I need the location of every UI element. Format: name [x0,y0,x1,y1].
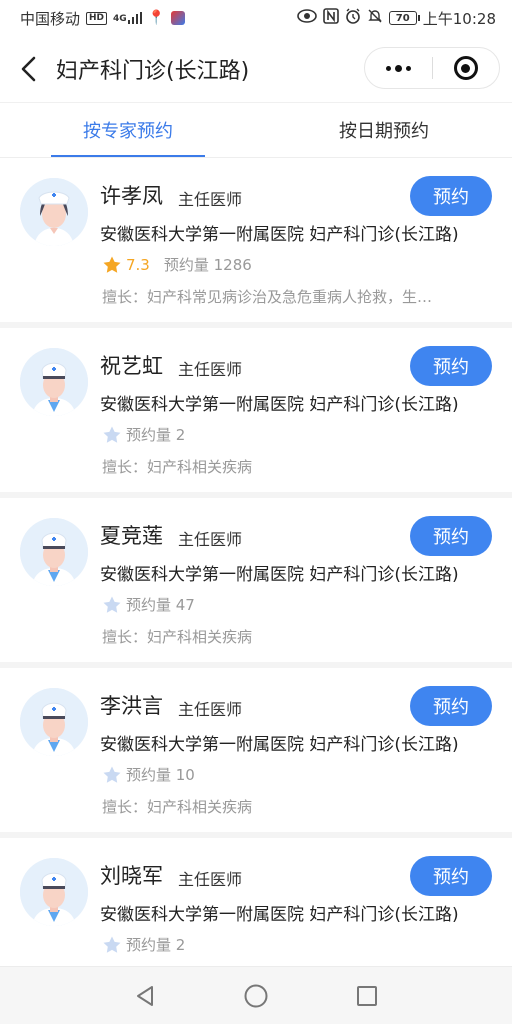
nav-back-button[interactable] [125,976,165,1016]
nav-home-button[interactable] [236,976,276,1016]
doctor-title: 主任医师 [178,360,243,379]
doctor-avatar-icon [20,518,88,586]
location-icon: 📍 [147,10,166,26]
status-left: 中国移动 HD 4G 📍 [20,8,186,29]
doctor-title: 主任医师 [178,700,243,719]
doctor-avatar-icon [20,178,88,246]
doctor-avatar-icon [20,348,88,416]
nfc-icon [322,8,339,28]
target-circle-icon [453,56,478,80]
nav-recents-button[interactable] [347,976,387,1016]
doctor-card[interactable]: 祝艺虹 主任医师 预约 安徽医科大学第一附属医院 妇产科门诊(长江路) 预约量 … [0,328,512,498]
doctor-stats: 预约量 47 [102,594,195,615]
doctor-name: 刘晓军 [100,864,163,888]
doctor-name: 夏竞莲 [100,524,163,548]
book-button[interactable]: 预约 [410,516,492,556]
booking-tabs: 按专家预约 按日期预约 [0,102,512,158]
signal-icon: 4G [113,12,142,24]
doctor-avatar [20,348,88,416]
network-type: 4G [113,14,127,24]
more-menu-button[interactable] [365,48,432,88]
clock-time: 上午10:28 [422,9,496,28]
doctor-specialty: 擅长：妇产科常见病诊治及急危重病人抢救，生… [102,288,433,306]
booking-count: 预约量 47 [126,596,195,614]
doctor-list: 许孝凤 主任医师 预约 安徽医科大学第一附属医院 妇产科门诊(长江路) 7.3 … [0,158,512,966]
doctor-specialty: 擅长：妇产科相关疾病 [102,458,253,476]
doctor-avatar [20,858,88,926]
carrier-name: 中国移动 [20,9,81,28]
more-dots-icon [385,64,411,72]
status-bar: 中国移动 HD 4G 📍 70 上午10:28 [0,0,512,36]
title-bar: 妇产科门诊(长江路) [0,36,512,102]
doctor-specialty: 擅长：妇产科相关疾病 [102,798,253,816]
doctor-avatar [20,178,88,246]
star-icon [103,426,121,443]
doctor-card[interactable]: 李洪言 主任医师 预约 安徽医科大学第一附属医院 妇产科门诊(长江路) 预约量 … [0,668,512,838]
doctor-avatar-icon [20,688,88,756]
star-icon [103,596,121,613]
doctor-hospital: 安徽医科大学第一附属医院 妇产科门诊(长江路) [100,735,459,755]
doctor-name: 李洪言 [100,694,163,718]
doctor-hospital: 安徽医科大学第一附属医院 妇产科门诊(长江路) [100,565,459,585]
battery-icon: 70 [388,11,420,25]
doctor-rating: 7.3 [126,255,150,274]
doctor-avatar-icon [20,858,88,926]
star-icon [103,936,121,953]
doctor-stats: 预约量 10 [102,764,195,785]
doctor-hospital: 安徽医科大学第一附属医院 妇产科门诊(长江路) [100,905,459,925]
doctor-name: 祝艺虹 [100,354,163,378]
doctor-hospital: 安徽医科大学第一附属医院 妇产科门诊(长江路) [100,395,459,415]
system-nav-bar [0,966,512,1024]
book-button[interactable]: 预约 [410,176,492,216]
tab-by-date[interactable]: 按日期预约 [256,103,512,157]
book-button[interactable]: 预约 [410,346,492,386]
triangle-back-icon [137,985,154,1006]
book-button[interactable]: 预约 [410,856,492,896]
page-title: 妇产科门诊(长江路) [56,59,250,84]
chevron-left-icon [21,56,36,82]
miniprogram-capsule [364,47,500,89]
doctor-title: 主任医师 [178,530,243,549]
doctor-card[interactable]: 许孝凤 主任医师 预约 安徽医科大学第一附属医院 妇产科门诊(长江路) 7.3 … [0,158,512,328]
doctor-hospital: 安徽医科大学第一附属医院 妇产科门诊(长江路) [100,225,459,245]
close-miniprogram-button[interactable] [433,48,500,88]
doctor-avatar [20,688,88,756]
doctor-stats: 7.3 预约量 1286 [102,254,252,275]
battery-level: 70 [395,12,410,24]
doctor-title: 主任医师 [178,870,243,889]
tab-by-expert[interactable]: 按专家预约 [0,103,256,157]
hd-badge: HD [86,11,108,25]
status-right: 70 上午10:28 [296,8,496,29]
app-notification-icon [171,11,186,25]
booking-count: 预约量 2 [126,426,186,444]
booking-count: 预约量 1286 [163,256,252,274]
doctor-title: 主任医师 [178,190,243,209]
mute-bell-icon [367,8,383,28]
doctor-card[interactable]: 夏竞莲 主任医师 预约 安徽医科大学第一附属医院 妇产科门诊(长江路) 预约量 … [0,498,512,668]
star-icon [103,256,121,273]
star-icon [103,766,121,783]
square-recents-icon [356,985,377,1006]
back-button[interactable] [0,36,56,102]
doctor-name: 许孝凤 [100,184,163,208]
doctor-stats: 预约量 2 [102,934,185,955]
book-button[interactable]: 预约 [410,686,492,726]
doctor-avatar [20,518,88,586]
booking-count: 预约量 2 [126,936,186,954]
circle-home-icon [244,984,268,1007]
alarm-icon [345,8,361,28]
doctor-stats: 预约量 2 [102,424,185,445]
doctor-specialty: 擅长：妇产科相关疾病 [102,628,253,646]
doctor-card[interactable]: 刘晓军 主任医师 预约 安徽医科大学第一附属医院 妇产科门诊(长江路) 预约量 … [0,838,512,966]
eye-icon [296,9,317,27]
booking-count: 预约量 10 [126,766,195,784]
